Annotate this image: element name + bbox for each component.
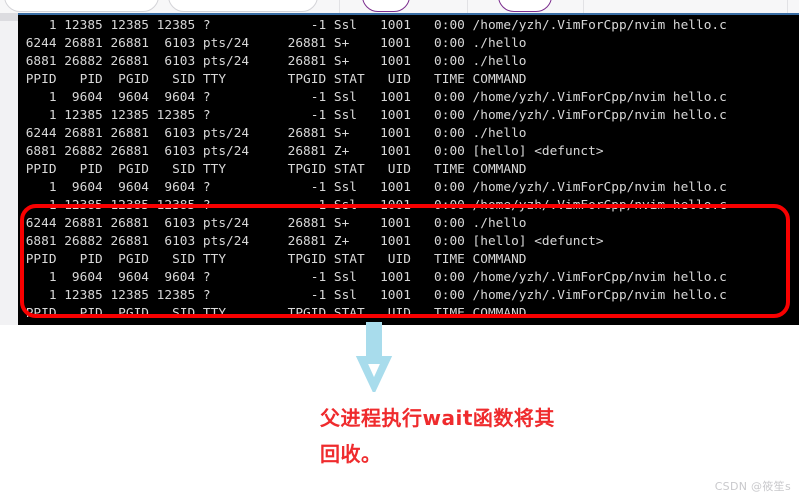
terminal-line: PPID PID PGID SID TTY TPGID STAT UID TIM… bbox=[18, 162, 527, 177]
terminal-gutter-cap bbox=[0, 13, 18, 21]
chrome-divider-3 bbox=[583, 0, 584, 13]
terminal-line: 6881 26882 26881 6103 pts/24 26881 S+ 10… bbox=[18, 54, 527, 69]
terminal-line: 1 12385 12385 12385 ? -1 Ssl 1001 0:00 /… bbox=[18, 198, 727, 213]
chrome-divider-2 bbox=[467, 0, 468, 13]
chrome-divider-1 bbox=[339, 0, 340, 13]
terminal-line: 6244 26881 26881 6103 pts/24 26881 S+ 10… bbox=[18, 216, 527, 231]
terminal-line: 1 9604 9604 9604 ? -1 Ssl 1001 0:00 /hom… bbox=[18, 180, 727, 195]
omnibox-pill-left[interactable] bbox=[4, 0, 159, 12]
terminal-line: PPID PID PGID SID TTY TPGID STAT UID TIM… bbox=[18, 252, 527, 267]
annotation-line-2: 回收。 bbox=[320, 442, 382, 466]
terminal-line: 6881 26882 26881 6103 pts/24 26881 Z+ 10… bbox=[18, 144, 604, 159]
terminal-line-list: 1 12385 12385 12385 ? -1 Ssl 1001 0:00 /… bbox=[18, 17, 799, 323]
active-tab-pill[interactable] bbox=[362, 0, 410, 12]
terminal-line: 1 12385 12385 12385 ? -1 Ssl 1001 0:00 /… bbox=[18, 288, 727, 303]
terminal-line: 1 9604 9604 9604 ? -1 Ssl 1001 0:00 /hom… bbox=[18, 90, 727, 105]
down-arrow-icon bbox=[352, 320, 396, 395]
terminal-line: 6244 26881 26881 6103 pts/24 26881 S+ 10… bbox=[18, 36, 527, 51]
browser-chrome-strip bbox=[0, 0, 799, 13]
terminal-left-gutter bbox=[0, 13, 18, 325]
terminal-line: PPID PID PGID SID TTY TPGID STAT UID TIM… bbox=[18, 72, 527, 87]
csdn-watermark: CSDN @筱笙s bbox=[714, 480, 791, 493]
terminal-line: 1 9604 9604 9604 ? -1 Ssl 1001 0:00 /hom… bbox=[18, 270, 727, 285]
terminal-line: PPID PID PGID SID TTY TPGID STAT UID TIM… bbox=[18, 306, 527, 321]
terminal-line: 1 12385 12385 12385 ? -1 Ssl 1001 0:00 /… bbox=[18, 18, 727, 33]
terminal-line: 6244 26881 26881 6103 pts/24 26881 S+ 10… bbox=[18, 126, 527, 141]
omnibox-pill-mid[interactable] bbox=[168, 0, 318, 12]
annotation-text: 父进程执行wait函数将其 回收。 bbox=[320, 400, 740, 472]
chrome-divider-4 bbox=[787, 0, 788, 13]
terminal-line: 1 12385 12385 12385 ? -1 Ssl 1001 0:00 /… bbox=[18, 108, 727, 123]
secondary-tab-pill[interactable] bbox=[498, 0, 552, 12]
annotation-line-1: 父进程执行wait函数将其 bbox=[320, 406, 555, 430]
terminal-line: 6881 26882 26881 6103 pts/24 26881 Z+ 10… bbox=[18, 234, 604, 249]
terminal-output-panel[interactable]: 1 12385 12385 12385 ? -1 Ssl 1001 0:00 /… bbox=[18, 13, 799, 325]
